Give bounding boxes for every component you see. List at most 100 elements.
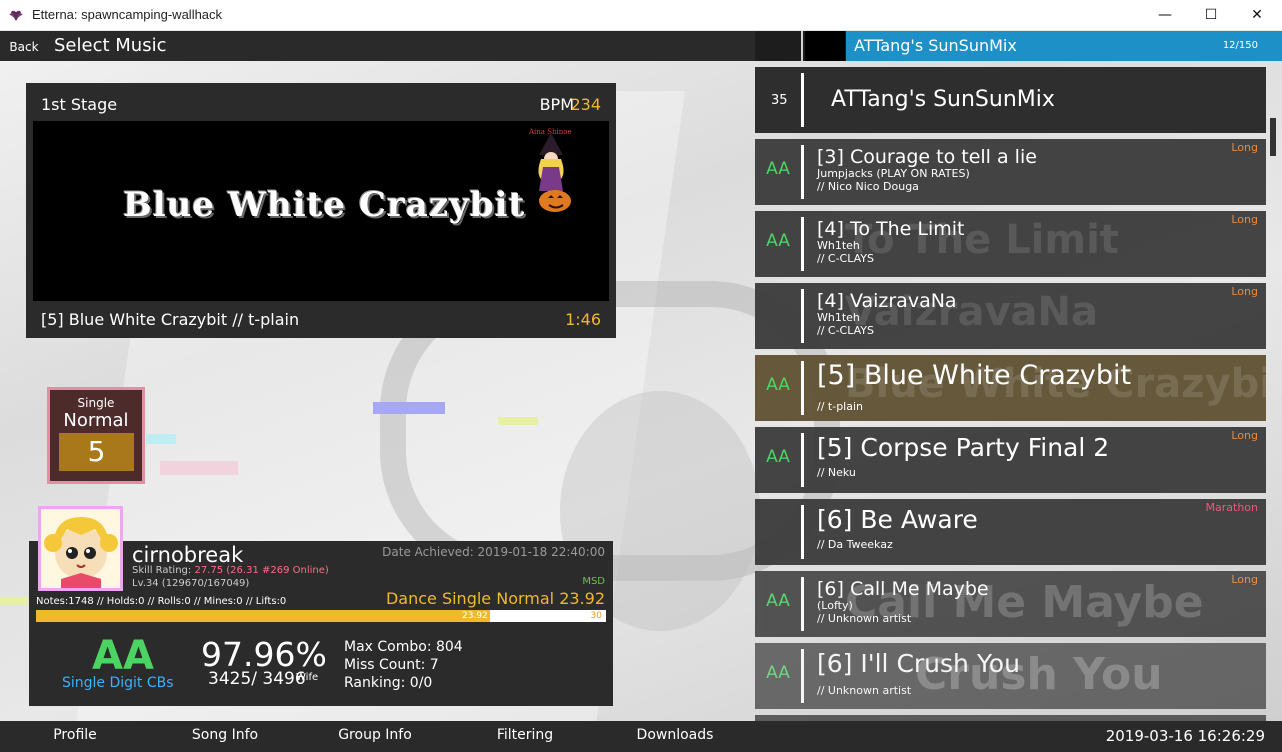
wheel-song-item[interactable]: Call Me Maybe AA [6] Call Me Maybe (Loft… (755, 571, 1266, 637)
wheel-item-grade: AA (766, 159, 790, 179)
wheel-item-artist: // t-plain (817, 400, 863, 413)
wheel-item-grade: AA (766, 447, 790, 467)
glitch-artifact (373, 402, 445, 414)
glitch-artifact (498, 417, 538, 425)
msd-label: MSD (582, 576, 605, 587)
difficulty-name: Normal (63, 410, 129, 431)
wheel-item-grade: AA (766, 231, 790, 251)
avatar[interactable] (38, 506, 123, 591)
wheel-item-subtitle: (Lofty) (817, 599, 853, 612)
group-divider (801, 31, 803, 61)
song-title-artist: [5] Blue White Crazybit // t-plain (41, 310, 300, 329)
clock: 2019-03-16 16:26:29 (1105, 727, 1265, 745)
wheel-item-subtitle: Jumpjacks (PLAY ON RATES) (817, 167, 970, 180)
glitch-artifact (160, 461, 238, 475)
wheel-item-artist: // Neku (817, 466, 856, 479)
wheel-song-item[interactable]: VaizravaNa [4] VaizravaNa Wh1teh // C-CL… (755, 283, 1266, 349)
tab-downloads[interactable]: Downloads (600, 727, 750, 743)
wheel-divider (801, 145, 804, 199)
wheel-item-length-tag: Long (1231, 573, 1258, 586)
wheel-item-length-tag: Long (1231, 141, 1258, 154)
tab-group-info[interactable]: Group Info (300, 727, 450, 743)
wheel-divider (801, 433, 804, 487)
score-grade: AA (92, 633, 154, 679)
bottom-tab-bar: Profile Song Info Group Info Filtering D… (0, 721, 1282, 752)
wife-points: 3425/ 3496 (208, 669, 306, 689)
msd-summary: Dance Single Normal 23.92 (385, 589, 605, 608)
wheel-divider (801, 577, 804, 631)
player-level: Lv.34 (129670/167049) (132, 578, 250, 589)
tab-filtering[interactable]: Filtering (450, 727, 600, 743)
wheel-song-item-selected[interactable]: Blue White Crazybit AA [5] Blue White Cr… (755, 355, 1266, 421)
tab-profile[interactable]: Profile (0, 727, 150, 743)
wheel-song-item[interactable]: Crush You AA [6] I'll Crush You // Unkno… (755, 643, 1266, 709)
back-button[interactable]: Back (6, 36, 42, 58)
skill-rating-value: 27.75 (194, 565, 224, 576)
wheel-song-item[interactable]: [6] Be Aware // Da Tweekaz Marathon (755, 499, 1266, 565)
wheel-song-item[interactable]: AA [5] Corpse Party Final 2 // Neku Long (755, 427, 1266, 493)
wheel-item-artist: // Nico Nico Douga (817, 180, 919, 193)
clear-type: Single Digit CBs (62, 675, 174, 691)
wheel-item-length-tag: Long (1231, 429, 1258, 442)
tab-song-info[interactable]: Song Info (150, 727, 300, 743)
stage-label: 1st Stage (41, 95, 118, 114)
wheel-item-artist: // C-CLAYS (817, 252, 874, 265)
banner-character-art: Aina Shinoe (528, 128, 572, 212)
wheel-item-grade: AA (766, 591, 790, 611)
wheel-item-grade: AA (766, 663, 790, 683)
minimize-icon[interactable]: — (1142, 0, 1188, 31)
ranking: Ranking: 0/0 (344, 675, 433, 691)
song-banner-panel: 1st Stage BPM 234 Blue White Crazybit Ai… (26, 83, 616, 338)
wheel-song-item[interactable]: AA [3] Courage to tell a lie Jumpjacks (… (755, 139, 1266, 205)
skill-rating-online: (26.31 #269 Online) (226, 565, 329, 576)
wheel-group-name: ATTang's SunSunMix (831, 87, 1055, 112)
song-banner-image[interactable]: Blue White Crazybit Aina Shinoe (33, 121, 609, 301)
wheel-scrollbar[interactable] (1270, 118, 1276, 156)
wheel-divider (801, 73, 804, 127)
wheel-item-subtitle: Wh1teh (817, 239, 860, 252)
wheel-item-subtitle: Wh1teh (817, 311, 860, 324)
date-achieved: Date Achieved: 2019-01-18 22:40:00 (382, 545, 605, 559)
wheel-item-artist: // Unknown artist (817, 684, 912, 697)
group-song-count: 35 (771, 93, 788, 108)
close-icon[interactable]: ✕ (1234, 0, 1280, 31)
glitch-artifact (146, 434, 176, 444)
wheel-divider (801, 289, 804, 343)
avatar-character-icon (41, 509, 120, 588)
max-combo: Max Combo: 804 (344, 639, 463, 655)
wheel-divider (801, 361, 804, 415)
wheel-divider (801, 505, 804, 559)
current-group-banner[interactable]: ATTang's SunSunMix 12/150 (846, 31, 1282, 61)
top-header: Back Select Music (0, 31, 755, 61)
wheel-item-artist: // Unknown artist (817, 612, 912, 625)
wheel-item-length-tag: Marathon (1205, 501, 1258, 514)
glitch-artifact (0, 597, 28, 605)
banner-title-text: Blue White Crazybit (123, 185, 526, 225)
difficulty-meter: 5 (87, 435, 106, 468)
wheel-song-item[interactable]: To The Limit AA [4] To The Limit Wh1teh … (755, 211, 1266, 277)
note-counts: Notes:1748 // Holds:0 // Rolls:0 // Mine… (36, 596, 287, 607)
msd-bar-value: 23.92 (462, 611, 488, 621)
group-position-count: 12/150 (1222, 40, 1258, 51)
screen-title: Select Music (54, 35, 167, 56)
difficulty-selector[interactable]: Single Normal 5 (47, 387, 145, 484)
bpm-label: BPM (539, 95, 574, 114)
group-thumbnail (805, 31, 845, 61)
wheel-item-grade: AA (766, 375, 790, 395)
difficulty-style: Single (77, 396, 115, 410)
group-name: ATTang's SunSunMix (854, 36, 1017, 55)
msd-bar: 23.92 30 (36, 610, 606, 622)
wheel-group-header[interactable]: 35 ATTang's SunSunMix (755, 67, 1266, 133)
msd-bar-fill (36, 610, 490, 622)
wheel-item-title: [5] Blue White Crazybit (817, 360, 1132, 391)
wheel-item-title: [6] Be Aware (817, 505, 978, 534)
wife-label: Wife (296, 672, 319, 683)
wheel-item-title: [3] Courage to tell a lie (817, 146, 1037, 168)
etterna-logo-icon (9, 10, 23, 21)
maximize-icon[interactable]: ☐ (1188, 0, 1234, 31)
wheel-item-title: [5] Corpse Party Final 2 (817, 433, 1110, 462)
wheel-item-title: [6] I'll Crush You (817, 649, 1020, 678)
wheel-item-title: [4] VaizravaNa (817, 290, 957, 312)
skill-rating: Skill Rating: 27.75 (26.31 #269 Online) (132, 565, 329, 576)
window-titlebar: Etterna: spawncamping-wallhack — ☐ ✕ (0, 0, 1282, 31)
